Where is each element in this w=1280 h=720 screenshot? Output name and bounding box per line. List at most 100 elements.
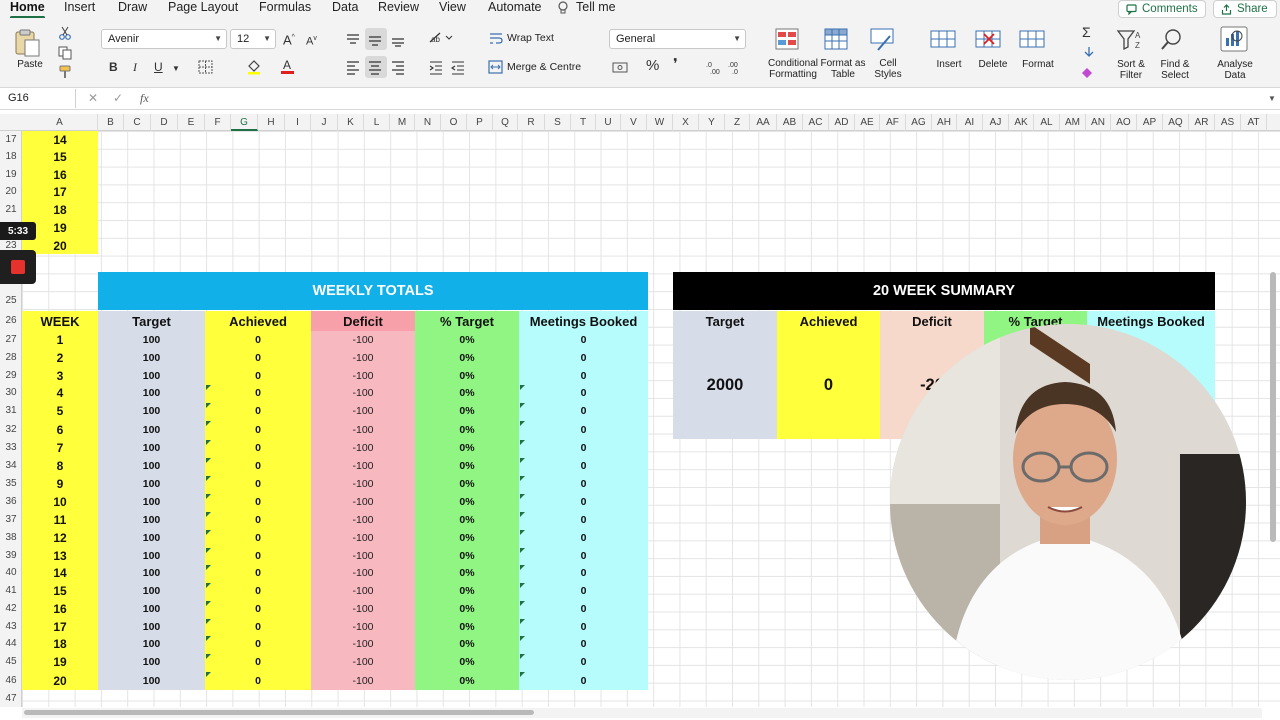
- column-header-ae[interactable]: AE: [855, 114, 880, 131]
- tab-home[interactable]: Home: [10, 0, 45, 19]
- number-format-select[interactable]: General ▼: [609, 29, 746, 49]
- row-header[interactable]: 37: [0, 511, 22, 529]
- delete-cells-icon[interactable]: [975, 28, 1003, 52]
- tell-me-search[interactable]: Tell me: [576, 0, 616, 14]
- wrap-text-label[interactable]: Wrap Text: [507, 33, 554, 44]
- row-header[interactable]: 45: [0, 653, 22, 671]
- column-header-ak[interactable]: AK: [1009, 114, 1034, 131]
- tab-insert[interactable]: Insert: [64, 0, 95, 14]
- column-header-as[interactable]: AS: [1215, 114, 1241, 131]
- column-header-ag[interactable]: AG: [906, 114, 932, 131]
- column-header-at[interactable]: AT: [1241, 114, 1267, 131]
- copy-icon[interactable]: [58, 46, 72, 60]
- find-select-icon[interactable]: [1160, 28, 1188, 52]
- tab-formulas[interactable]: Formulas: [259, 0, 311, 14]
- row-header[interactable]: 21: [0, 201, 22, 219]
- tab-data[interactable]: Data: [332, 0, 358, 14]
- fill-icon[interactable]: [1082, 46, 1096, 58]
- column-header-n[interactable]: N: [415, 114, 441, 131]
- column-header-ad[interactable]: AD: [829, 114, 855, 131]
- row-header[interactable]: 28: [0, 349, 22, 367]
- cell-styles-icon[interactable]: [870, 28, 896, 52]
- column-header-l[interactable]: L: [364, 114, 390, 131]
- column-header-i[interactable]: I: [285, 114, 311, 131]
- insert-function-icon[interactable]: fx: [140, 91, 149, 106]
- column-header-r[interactable]: R: [518, 114, 545, 131]
- row-header[interactable]: 40: [0, 564, 22, 582]
- column-header-z[interactable]: Z: [725, 114, 750, 131]
- currency-icon[interactable]: [612, 60, 630, 74]
- tab-draw[interactable]: Draw: [118, 0, 147, 14]
- column-header-af[interactable]: AF: [880, 114, 906, 131]
- merge-centre-label[interactable]: Merge & Centre: [507, 62, 581, 73]
- italic-button[interactable]: I: [133, 60, 137, 74]
- percent-icon[interactable]: %: [646, 58, 659, 73]
- row-header[interactable]: 34: [0, 457, 22, 475]
- row-header[interactable]: 32: [0, 420, 22, 439]
- column-header-q[interactable]: Q: [493, 114, 518, 131]
- tab-review[interactable]: Review: [378, 0, 419, 14]
- column-header-ar[interactable]: AR: [1189, 114, 1215, 131]
- column-header-m[interactable]: M: [390, 114, 415, 131]
- column-header-j[interactable]: J: [311, 114, 338, 131]
- column-header-c[interactable]: C: [124, 114, 151, 131]
- column-header-v[interactable]: V: [621, 114, 647, 131]
- merge-centre-icon[interactable]: [488, 60, 503, 74]
- column-header-s[interactable]: S: [545, 114, 571, 131]
- name-box[interactable]: G16: [2, 89, 76, 108]
- column-header-aq[interactable]: AQ: [1163, 114, 1189, 131]
- column-header-aa[interactable]: AA: [750, 114, 777, 131]
- row-header[interactable]: 29: [0, 367, 22, 384]
- underline-button[interactable]: U: [154, 60, 163, 74]
- decimal-icons[interactable]: .0.00.00.0: [706, 59, 746, 75]
- row-header[interactable]: 19: [0, 166, 22, 183]
- vertical-align-icons[interactable]: [345, 32, 415, 48]
- font-size-select[interactable]: 12 ▼: [230, 29, 276, 49]
- bold-button[interactable]: B: [109, 60, 118, 74]
- column-header-ap[interactable]: AP: [1137, 114, 1163, 131]
- column-header-b[interactable]: B: [98, 114, 124, 131]
- increase-font-icon[interactable]: A^: [283, 31, 295, 47]
- orientation-icon[interactable]: ab: [428, 30, 454, 46]
- row-header[interactable]: 41: [0, 582, 22, 600]
- comma-style-icon[interactable]: ❜: [673, 57, 678, 72]
- fill-color-icon[interactable]: [246, 59, 262, 75]
- formula-input[interactable]: [162, 90, 1262, 108]
- column-header-w[interactable]: W: [647, 114, 673, 131]
- row-header[interactable]: 30: [0, 384, 22, 402]
- column-header-ab[interactable]: AB: [777, 114, 803, 131]
- row-header[interactable]: 18: [0, 148, 22, 166]
- row-header[interactable]: 17: [0, 131, 22, 148]
- tab-view[interactable]: View: [439, 0, 466, 14]
- font-name-select[interactable]: Avenir ▼: [101, 29, 227, 49]
- column-header-al[interactable]: AL: [1034, 114, 1060, 131]
- tab-page-layout[interactable]: Page Layout: [168, 0, 238, 14]
- decrease-font-icon[interactable]: Av: [306, 32, 317, 49]
- column-header-h[interactable]: H: [258, 114, 285, 131]
- column-header-a[interactable]: A: [22, 114, 98, 131]
- format-as-table-icon[interactable]: [824, 28, 850, 52]
- row-header[interactable]: 43: [0, 618, 22, 635]
- row-header[interactable]: 35: [0, 475, 22, 493]
- stop-recording-button[interactable]: [0, 250, 36, 284]
- analyse-data-icon[interactable]: [1220, 26, 1250, 54]
- paste-icon[interactable]: [12, 28, 42, 58]
- column-header-g[interactable]: G: [231, 114, 258, 131]
- row-header[interactable]: 20: [0, 183, 22, 201]
- clear-icon[interactable]: [1080, 65, 1094, 79]
- row-header[interactable]: 38: [0, 529, 22, 547]
- borders-icon[interactable]: [198, 60, 214, 74]
- row-header[interactable]: 39: [0, 547, 22, 564]
- row-header[interactable]: 26: [0, 311, 22, 331]
- column-header-y[interactable]: Y: [699, 114, 725, 131]
- column-header-x[interactable]: X: [673, 114, 699, 131]
- vertical-scroll-thumb[interactable]: [1270, 272, 1276, 542]
- horizontal-align-icons[interactable]: [345, 60, 415, 76]
- expand-formula-icon[interactable]: ▼: [1268, 94, 1276, 103]
- column-header-f[interactable]: F: [205, 114, 231, 131]
- format-cells-icon[interactable]: [1019, 28, 1047, 52]
- column-header-ao[interactable]: AO: [1111, 114, 1137, 131]
- column-header-e[interactable]: E: [178, 114, 205, 131]
- cut-icon[interactable]: [58, 26, 72, 40]
- column-header-t[interactable]: T: [571, 114, 596, 131]
